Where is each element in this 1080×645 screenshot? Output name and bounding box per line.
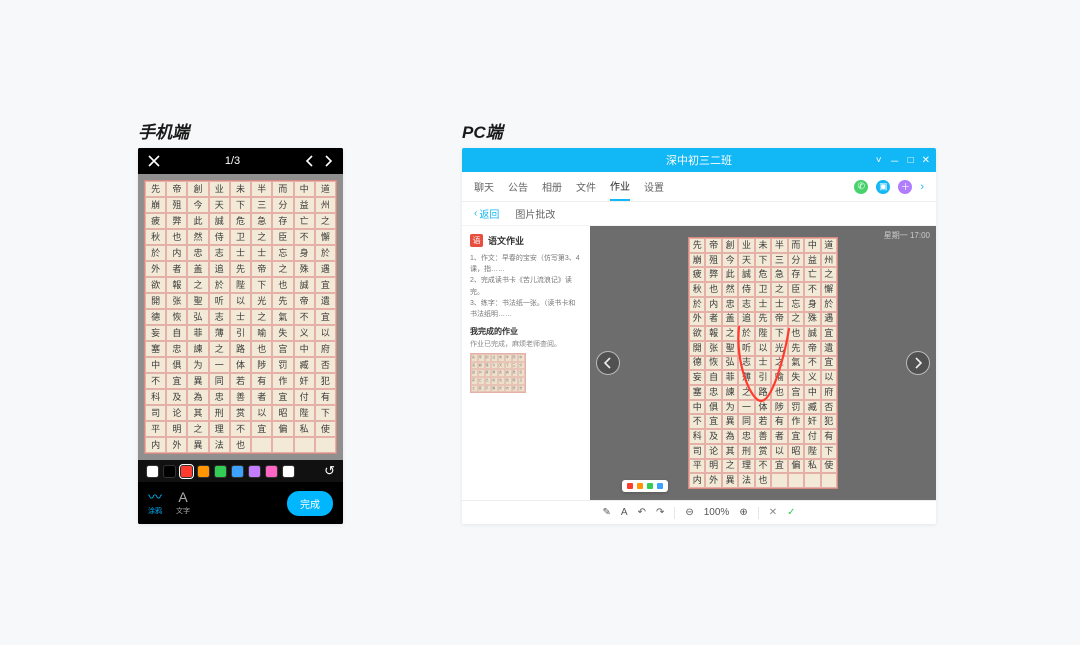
confirm-icon[interactable]: ✓ [787, 507, 795, 518]
zoom-out-icon[interactable]: ⊖ [685, 507, 693, 518]
color-swatch[interactable] [163, 465, 176, 478]
color-swatch[interactable] [231, 465, 244, 478]
brush-tool[interactable]: 〰 涂鸦 [148, 490, 162, 516]
pc-subnav: ‹ 返回 图片批改 [462, 202, 936, 226]
color-swatch[interactable] [146, 465, 159, 478]
redo-tool-icon[interactable]: ↷ [656, 507, 664, 518]
mobile-color-row: ↺ [138, 460, 343, 482]
toolbar-separator [758, 507, 759, 519]
zoom-in-icon[interactable]: ⊕ [739, 507, 747, 518]
close-icon[interactable] [148, 155, 160, 167]
color-swatch[interactable] [248, 465, 261, 478]
calligraphy-image: 先帝創业未半而中道崩殂今天下三分益州疲弊此誠危急存亡之秋也然侍卫之臣不懈於内忠志… [144, 180, 337, 454]
viewer-next-button[interactable] [906, 351, 930, 375]
submission-thumbnail[interactable]: 先帝創业未半而中道崩殂今天下三分益州疲弊此誠危急存亡之秋也然侍卫之臣不懈於内忠志 [470, 353, 526, 393]
pc-window: 深中初三二班 ˅ － □ ✕ 聊天公告相册文件作业设置 ✆ ▣ ＋ › ‹ 返回… [462, 148, 936, 524]
homework-description: 1、作文：早春的宝安（仿写第3、4课，指……2、完成读书卡《苦儿流浪记》读完。3… [470, 253, 582, 320]
color-swatch[interactable] [214, 465, 227, 478]
undo-icon[interactable]: ↺ [324, 463, 335, 479]
text-icon: A [178, 490, 187, 504]
minimize-icon[interactable]: － [890, 153, 900, 168]
cancel-icon[interactable]: ✕ [769, 507, 777, 518]
completed-heading: 我完成的作业 [470, 326, 582, 337]
toolbar-separator [674, 507, 675, 519]
viewer-prev-button[interactable] [596, 351, 620, 375]
homework-card[interactable]: 语 语文作业 [470, 234, 582, 247]
zoom-level: 100% [704, 507, 730, 518]
pc-titlebar: 深中初三二班 ˅ － □ ✕ [462, 148, 936, 172]
palette-swatch[interactable] [657, 483, 663, 489]
tab-4[interactable]: 作业 [610, 172, 630, 201]
palette-swatch[interactable] [627, 483, 633, 489]
mobile-topbar: 1/3 [138, 148, 343, 174]
submission-meta: 星期一 17:00 [884, 230, 930, 241]
homework-title: 语文作业 [488, 234, 524, 247]
mobile-bottombar: 〰 涂鸦 A 文字 完成 [138, 482, 343, 524]
dropdown-icon[interactable]: ˅ [876, 155, 882, 166]
tab-1[interactable]: 公告 [508, 173, 528, 200]
prev-icon[interactable] [305, 155, 315, 167]
color-swatch[interactable] [265, 465, 278, 478]
tab-2[interactable]: 相册 [542, 173, 562, 200]
brush-label: 涂鸦 [148, 506, 162, 516]
phone-icon[interactable]: ✆ [854, 180, 868, 194]
back-label: 返回 [479, 206, 499, 221]
text-tool-icon[interactable]: A [621, 507, 628, 518]
subject-badge: 语 [470, 234, 483, 247]
section-label-pc: PC端 [462, 118, 503, 143]
text-label: 文字 [176, 506, 190, 516]
done-button[interactable]: 完成 [287, 491, 333, 516]
pencil-tool-icon[interactable]: ✎ [603, 507, 611, 518]
mobile-editor: 1/3 先帝創业未半而中道崩殂今天下三分益州疲弊此誠危急存亡之秋也然侍卫之臣不懈… [138, 148, 343, 524]
close-window-icon[interactable]: ✕ [922, 155, 930, 166]
window-controls: ˅ － □ ✕ [876, 148, 930, 172]
page-counter: 1/3 [160, 155, 305, 167]
pc-tabs: 聊天公告相册文件作业设置 ✆ ▣ ＋ › [462, 172, 936, 202]
palette-swatch[interactable] [647, 483, 653, 489]
mobile-canvas[interactable]: 先帝創业未半而中道崩殂今天下三分益州疲弊此誠危急存亡之秋也然侍卫之臣不懈於内忠志… [138, 174, 343, 460]
chevron-right-icon[interactable]: › [920, 181, 924, 193]
color-swatch[interactable] [197, 465, 210, 478]
color-swatch[interactable] [180, 465, 193, 478]
tab-3[interactable]: 文件 [576, 173, 596, 200]
chevron-left-icon: ‹ [474, 208, 477, 219]
back-button[interactable]: ‹ 返回 [474, 206, 499, 221]
section-label-mobile: 手机端 [138, 118, 189, 143]
pc-title: 深中初三二班 [666, 152, 732, 168]
text-tool[interactable]: A 文字 [176, 490, 190, 516]
brush-icon: 〰 [148, 490, 162, 504]
pc-sidebar: 语 语文作业 1、作文：早春的宝安（仿写第3、4课，指……2、完成读书卡《苦儿流… [462, 226, 590, 500]
subnav-item[interactable]: 图片批改 [515, 206, 555, 221]
pc-toolbar: ✎ A ↶ ↷ ⊖ 100% ⊕ ✕ ✓ [462, 500, 936, 524]
video-icon[interactable]: ▣ [876, 180, 890, 194]
color-swatch[interactable] [282, 465, 295, 478]
palette-swatch[interactable] [637, 483, 643, 489]
undo-tool-icon[interactable]: ↶ [638, 507, 646, 518]
tab-5[interactable]: 设置 [644, 173, 664, 200]
pc-body: 语 语文作业 1、作文：早春的宝安（仿写第3、4课，指……2、完成读书卡《苦儿流… [462, 226, 936, 500]
pc-viewer: 星期一 17:00 先帝創业未半而中道崩殂今天下三分益州疲弊此誠危急存亡之秋也然… [590, 226, 936, 500]
calligraphy-image-large[interactable]: 先帝創业未半而中道崩殂今天下三分益州疲弊此誠危急存亡之秋也然侍卫之臣不懈於内忠志… [688, 237, 838, 489]
next-icon[interactable] [323, 155, 333, 167]
tab-0[interactable]: 聊天 [474, 173, 494, 200]
completed-note: 作业已完成，麻烦老师查阅。 [470, 339, 582, 349]
maximize-icon[interactable]: □ [908, 155, 914, 166]
plus-icon[interactable]: ＋ [898, 180, 912, 194]
floating-palette[interactable] [622, 480, 668, 492]
